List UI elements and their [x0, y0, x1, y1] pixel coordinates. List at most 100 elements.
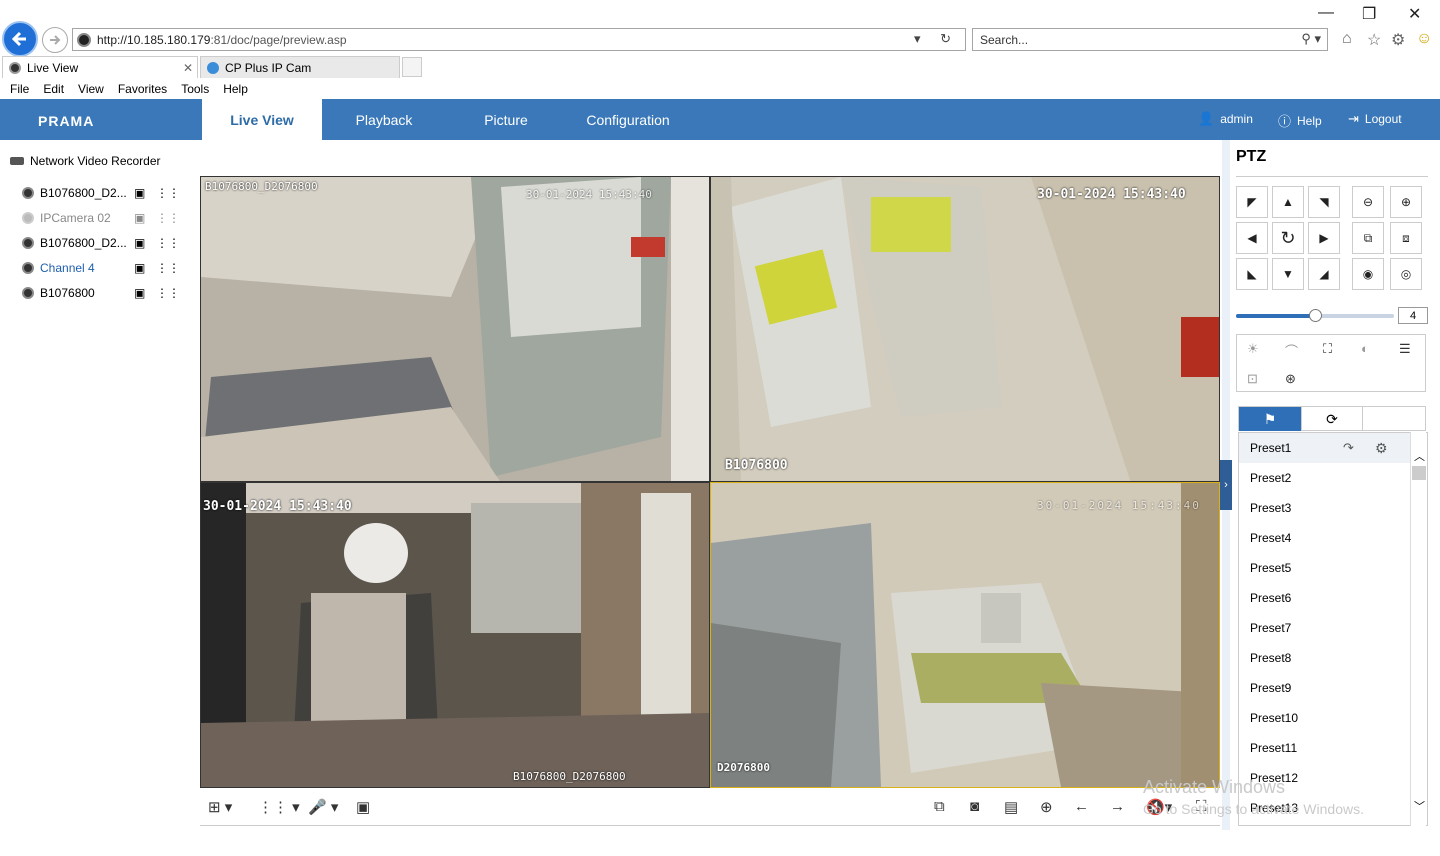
stream-type-icon[interactable]: ⋮⋮: [156, 286, 180, 300]
zoom-in-icon[interactable]: ⊕: [1040, 798, 1053, 816]
preset-item[interactable]: Preset8: [1239, 643, 1411, 673]
ptz-speed-slider[interactable]: [1236, 309, 1394, 322]
focus-near-button[interactable]: ⧉: [1352, 222, 1384, 254]
video-cell-2[interactable]: 30-01-2024 15:43:40 B1076800: [710, 176, 1220, 482]
menu-lines-icon[interactable]: ☰: [1399, 341, 1411, 357]
iris-open-button[interactable]: ◉: [1352, 258, 1384, 290]
focus-far-button[interactable]: ⧈: [1390, 222, 1422, 254]
tab-configuration[interactable]: Configuration: [568, 99, 688, 140]
zoom-in-button[interactable]: ⊕: [1390, 186, 1422, 218]
preset-item[interactable]: Preset9: [1239, 673, 1411, 703]
light-icon[interactable]: ☀: [1247, 341, 1259, 357]
ptz-up-button[interactable]: ▲: [1272, 186, 1304, 218]
preset-item[interactable]: Preset6: [1239, 583, 1411, 613]
video-cell-4[interactable]: 30-01-2024 15:43:40 D2076800: [710, 482, 1220, 788]
menu-help[interactable]: Help: [223, 82, 248, 96]
help-link[interactable]: ⓘ Help: [1278, 111, 1322, 130]
stop-all-icon[interactable]: ⧉: [934, 798, 945, 815]
collapse-panel-button[interactable]: ›: [1220, 460, 1232, 510]
zoom-out-button[interactable]: ⊖: [1352, 186, 1384, 218]
call-preset-icon[interactable]: ↷: [1343, 440, 1354, 456]
next-page-icon[interactable]: →: [1110, 798, 1125, 815]
window-layout-icon[interactable]: ⊞ ▾: [208, 798, 232, 816]
tree-root[interactable]: Network Video Recorder: [10, 154, 161, 168]
user-menu[interactable]: 👤 admin: [1198, 111, 1253, 127]
preset-item[interactable]: Preset7: [1239, 613, 1411, 643]
logout-link[interactable]: ⇥ Logout: [1348, 111, 1402, 127]
tab-live-view-main[interactable]: Live View: [202, 99, 322, 140]
preset-item[interactable]: Preset10: [1239, 703, 1411, 733]
tree-item-channel-4[interactable]: Channel 4 ▣ ⋮⋮: [22, 258, 182, 278]
ptz-auto-button[interactable]: ↻: [1272, 222, 1304, 254]
ptz-down-left-button[interactable]: ◣: [1236, 258, 1268, 290]
ptz-down-button[interactable]: ▼: [1272, 258, 1304, 290]
ptz-left-button[interactable]: ◀: [1236, 222, 1268, 254]
preset-scrollbar[interactable]: ︿ ﹀: [1410, 432, 1426, 826]
iris-close-button[interactable]: ◎: [1390, 258, 1422, 290]
back-button[interactable]: [2, 21, 38, 57]
stream-type-icon[interactable]: ⋮⋮: [156, 186, 180, 200]
record-icon[interactable]: ▣: [134, 236, 145, 250]
microphone-icon[interactable]: 🎤 ▾: [308, 798, 338, 816]
favorites-star-icon[interactable]: ☆: [1367, 30, 1381, 50]
close-window-button[interactable]: ✕: [1408, 4, 1421, 24]
wiper-icon[interactable]: ⌒: [1285, 341, 1298, 360]
menu-favorites[interactable]: Favorites: [118, 82, 167, 96]
slider-handle[interactable]: [1309, 309, 1322, 322]
scroll-thumb[interactable]: [1412, 466, 1426, 480]
preset-tab[interactable]: ⚑: [1239, 407, 1301, 431]
tab-cp-plus[interactable]: CP Plus IP Cam: [200, 56, 400, 78]
tree-item-channel-2[interactable]: IPCamera 02 ▣ ⋮⋮: [22, 208, 182, 228]
scroll-up-icon[interactable]: ︿: [1414, 448, 1425, 464]
record-icon[interactable]: ▣: [134, 261, 145, 275]
record-clip-icon[interactable]: ▤: [1004, 798, 1018, 816]
tab-live-view[interactable]: Live View ✕: [2, 56, 198, 78]
previous-page-icon[interactable]: ←: [1074, 798, 1089, 815]
set-preset-gear-icon[interactable]: ⚙: [1375, 440, 1388, 457]
patrol-tab[interactable]: ⟳: [1301, 407, 1363, 431]
scroll-down-icon[interactable]: ﹀: [1414, 798, 1425, 814]
preset-item[interactable]: Preset2: [1239, 463, 1411, 493]
preset-item[interactable]: Preset1 ↷ ⚙: [1239, 433, 1411, 463]
record-icon[interactable]: ▣: [134, 211, 145, 225]
focus-assist-icon[interactable]: ⛶: [1323, 341, 1332, 357]
menu-edit[interactable]: Edit: [43, 82, 64, 96]
stream-type-icon[interactable]: ⋮⋮: [156, 236, 180, 250]
video-cell-3[interactable]: 30-01-2024 15:43:40 B1076800_D2076800: [200, 482, 710, 788]
lens-init-icon[interactable]: ◐: [1361, 341, 1369, 356]
settings-gear-icon[interactable]: ⚙: [1391, 30, 1405, 50]
search-icon[interactable]: ⚲ ▾: [1301, 31, 1321, 47]
record-icon[interactable]: ▣: [134, 286, 145, 300]
ptz-right-button[interactable]: ▶: [1308, 222, 1340, 254]
manual-track-icon[interactable]: ⊡: [1247, 371, 1258, 387]
preset-item[interactable]: Preset5: [1239, 553, 1411, 583]
new-tab-button[interactable]: [402, 57, 422, 77]
record-icon[interactable]: ▣: [134, 186, 145, 200]
ptz-up-right-button[interactable]: ◥: [1308, 186, 1340, 218]
pattern-tab[interactable]: [1363, 407, 1425, 431]
stream-type-icon[interactable]: ⋮⋮: [156, 211, 180, 225]
close-tab-icon[interactable]: ✕: [183, 61, 193, 75]
video-cell-1[interactable]: B1076800_D2076800 30-01-2024 15:43:40: [200, 176, 710, 482]
menu-file[interactable]: File: [10, 82, 29, 96]
preset-item[interactable]: Preset11: [1239, 733, 1411, 763]
menu-view[interactable]: View: [78, 82, 104, 96]
preset-item[interactable]: Preset3: [1239, 493, 1411, 523]
tree-item-channel-5[interactable]: B1076800 ▣ ⋮⋮: [22, 283, 182, 303]
preset-item[interactable]: Preset4: [1239, 523, 1411, 553]
smiley-feedback-icon[interactable]: ☺: [1416, 30, 1432, 48]
search-input[interactable]: Search... ⚲ ▾: [972, 28, 1328, 51]
menu-tools[interactable]: Tools: [181, 82, 209, 96]
address-bar[interactable]: http://10.185.180.179:81/doc/page/previe…: [72, 28, 966, 51]
refresh-icon[interactable]: ▾ ↻: [914, 31, 959, 47]
stream-type-dropdown-icon[interactable]: ⋮⋮ ▾: [258, 798, 300, 816]
restore-button[interactable]: ❐: [1362, 4, 1376, 24]
tree-item-channel-1[interactable]: B1076800_D2... ▣ ⋮⋮: [22, 183, 182, 203]
tab-picture[interactable]: Picture: [446, 99, 566, 140]
ptz-up-left-button[interactable]: ◤: [1236, 186, 1268, 218]
stream-type-icon[interactable]: ⋮⋮: [156, 261, 180, 275]
tree-item-channel-3[interactable]: B1076800_D2... ▣ ⋮⋮: [22, 233, 182, 253]
tab-playback[interactable]: Playback: [324, 99, 444, 140]
forward-button[interactable]: [42, 27, 68, 53]
home-icon[interactable]: ⌂: [1342, 30, 1352, 48]
